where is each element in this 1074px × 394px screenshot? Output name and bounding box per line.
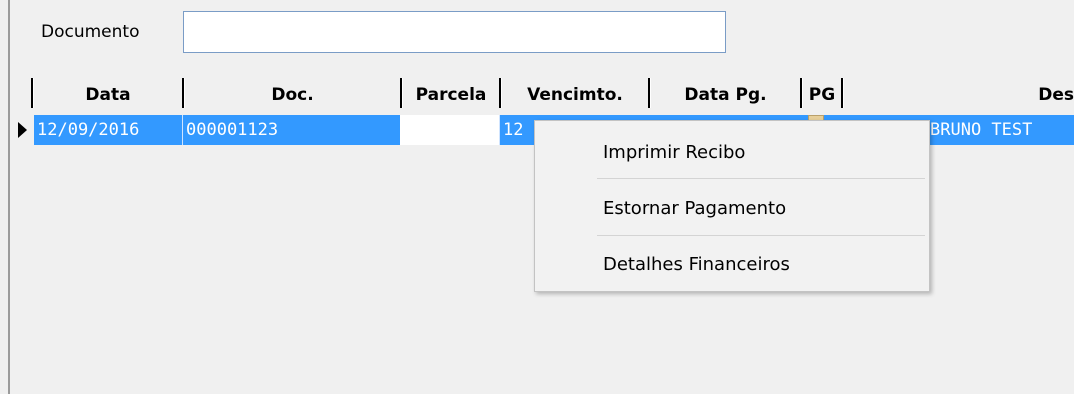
column-header-parcela[interactable]: Parcela [403,76,499,112]
documento-label: Documento [41,22,140,42]
row-pointer-icon [17,122,27,138]
menu-separator [597,235,925,236]
grid-header: Data Doc. Parcela Vencimto. Data Pg. PG … [10,76,1074,113]
cell-data[interactable]: 12/09/2016 [34,115,182,145]
column-header-doc[interactable]: Doc. [185,76,400,112]
column-header-pg[interactable]: PG [803,76,841,112]
column-header-data[interactable]: Data [34,76,182,112]
column-header-descricao[interactable]: Des [844,76,1074,112]
column-header-data-pg[interactable]: Data Pg. [651,76,800,112]
cell-doc[interactable]: 000001123 [183,115,400,145]
menu-separator [597,178,925,179]
documento-input[interactable] [183,11,726,53]
column-header-vencimento[interactable]: Vencimto. [502,76,648,112]
menu-item-estornar-pagamento[interactable]: Estornar Pagamento [535,183,929,235]
cell-parcela[interactable] [400,115,499,145]
context-menu: Imprimir Recibo Estornar Pagamento Detal… [534,120,930,292]
menu-item-imprimir-recibo[interactable]: Imprimir Recibo [535,127,929,179]
menu-item-detalhes-financeiros[interactable]: Detalhes Financeiros [535,239,929,291]
window-frame: Documento Data Doc. Parcela Vencimto. Da… [0,0,1074,394]
row-indicator [10,115,34,145]
